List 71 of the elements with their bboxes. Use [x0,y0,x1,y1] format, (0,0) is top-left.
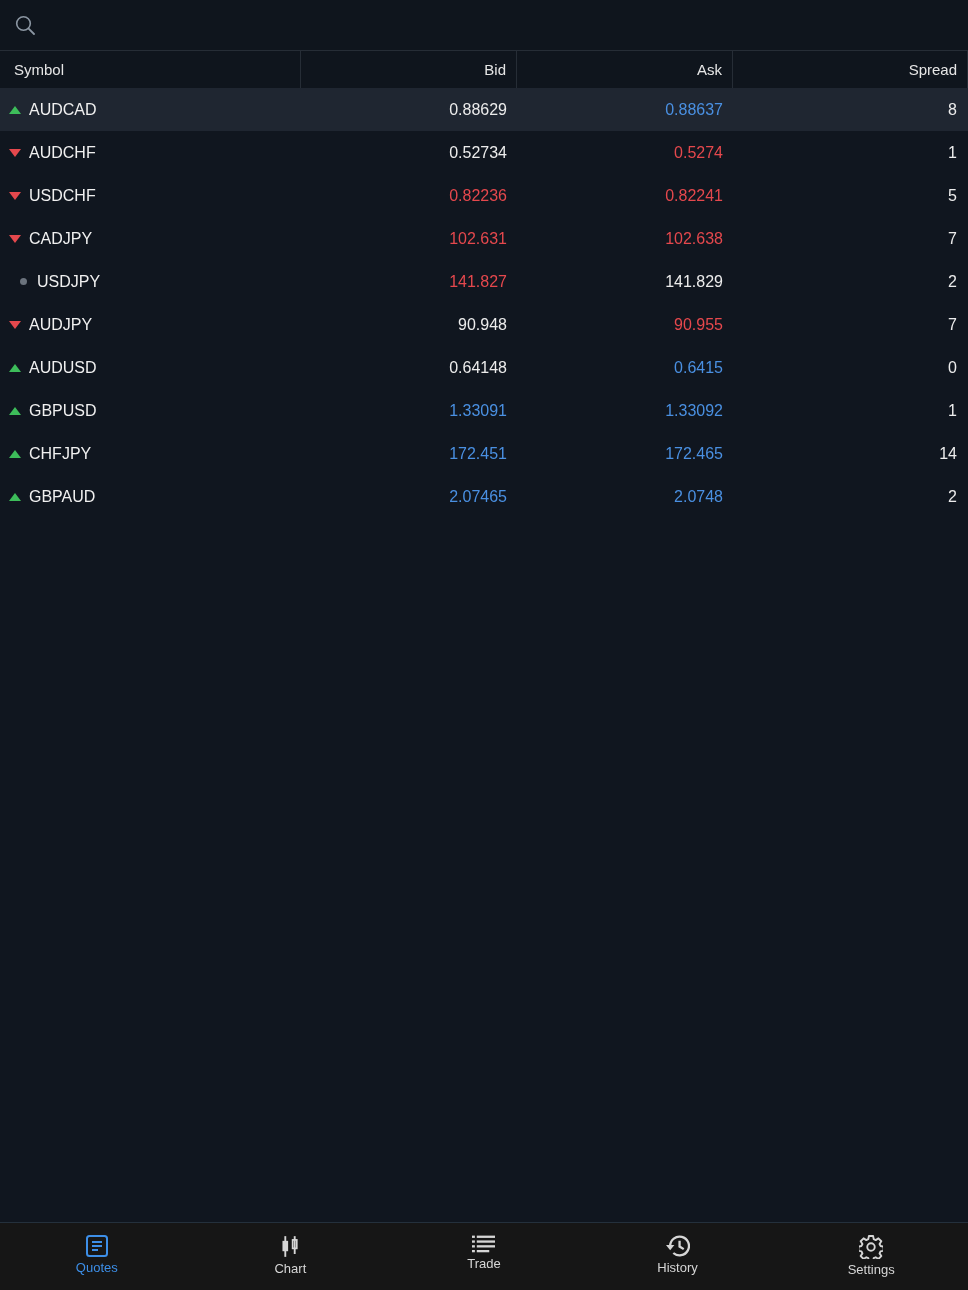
bid-price: 0.64148 [449,358,507,377]
search-icon[interactable] [15,15,35,35]
status-dot-icon [20,278,27,285]
symbol-text: AUDUSD [29,358,97,377]
ask-price: 172.465 [665,444,723,463]
down-triangle-icon [9,148,21,157]
bid-price: 172.451 [449,444,507,463]
down-triangle-icon [9,234,21,243]
spread-value: 8 [948,100,957,119]
up-triangle-icon [9,449,21,458]
history-icon [665,1235,690,1257]
up-triangle-icon [9,363,21,372]
ask-price: 0.5274 [674,143,723,162]
quote-row[interactable]: AUDCHF 0.52734 0.5274 1 [0,131,968,174]
list-icon [472,1235,496,1253]
quote-row[interactable]: GBPAUD 2.07465 2.0748 2 [0,475,968,518]
down-triangle-icon [9,320,21,329]
quote-row[interactable]: CHFJPY 172.451 172.465 14 [0,432,968,475]
bid-price: 0.52734 [449,143,507,162]
ask-price: 102.638 [665,229,723,248]
spread-value: 1 [948,143,957,162]
nav-tab[interactable]: Trade [387,1223,581,1290]
quote-row[interactable]: USDCHF 0.82236 0.82241 5 [0,174,968,217]
spread-value: 14 [939,444,957,463]
bid-price: 90.948 [458,315,507,334]
down-triangle-icon [9,191,21,200]
nav-tab[interactable]: Chart [193,1223,388,1290]
quote-row[interactable]: AUDJPY 90.948 90.955 7 [0,303,968,346]
bid-price: 0.88629 [449,100,507,119]
spread-value: 0 [948,358,957,377]
symbol-text: AUDCHF [29,143,96,162]
nav-tab[interactable]: History [580,1223,775,1290]
gear-icon [859,1235,884,1259]
bid-price: 0.82236 [449,186,507,205]
symbol-text: CHFJPY [29,444,92,463]
bid-price: 102.631 [449,229,507,248]
ask-price: 0.6415 [674,358,723,377]
ask-price: 141.829 [665,272,723,291]
quote-row[interactable]: AUDUSD 0.64148 0.6415 0 [0,346,968,389]
bid-price: 1.33091 [449,401,507,420]
quote-row[interactable]: USDJPY 141.827 141.829 2 [0,260,968,303]
symbol-text: AUDJPY [29,315,93,334]
spread-value: 5 [948,186,957,205]
quote-row[interactable]: CADJPY 102.631 102.638 7 [0,217,968,260]
spread-value: 7 [948,229,957,248]
spread-value: 1 [948,401,957,420]
ask-price: 0.82241 [665,186,723,205]
candlestick-icon [282,1235,299,1258]
ask-price: 1.33092 [665,401,723,420]
symbol-text: GBPUSD [29,401,97,420]
spread-value: 2 [948,272,957,291]
nav-tab[interactable]: Quotes [0,1223,194,1290]
symbol-text: GBPAUD [29,487,96,506]
up-triangle-icon [9,406,21,415]
ask-price: 0.88637 [665,100,723,119]
up-triangle-icon [9,492,21,501]
spread-value: 2 [948,487,957,506]
symbol-text: AUDCAD [29,100,97,119]
symbol-text: USDJPY [37,272,101,291]
nav-tab[interactable]: Settings [774,1223,968,1290]
quote-row[interactable]: AUDCAD 0.88629 0.88637 8 [0,88,968,131]
symbol-text: CADJPY [29,229,93,248]
symbol-text: USDCHF [29,186,96,205]
up-triangle-icon [9,105,21,114]
document-icon [85,1235,108,1257]
ask-price: 2.0748 [674,487,723,506]
quote-row[interactable]: GBPUSD 1.33091 1.33092 1 [0,389,968,432]
bid-price: 2.07465 [449,487,507,506]
bid-price: 141.827 [449,272,507,291]
spread-value: 7 [948,315,957,334]
ask-price: 90.955 [674,315,723,334]
